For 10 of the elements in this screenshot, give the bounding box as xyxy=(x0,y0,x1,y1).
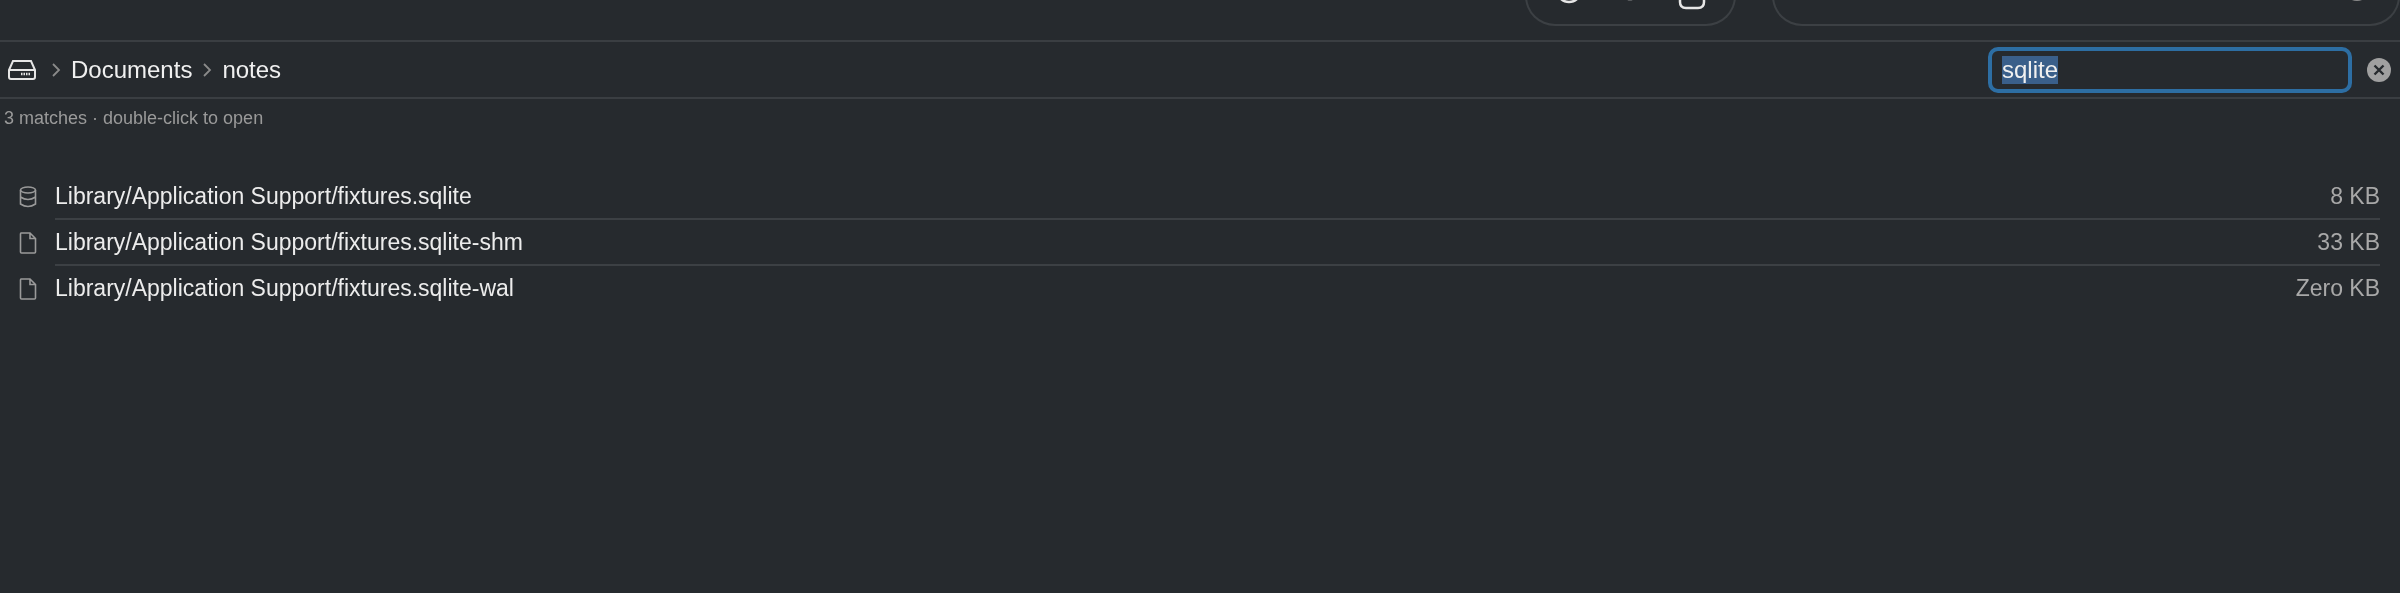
file-size: 33 KB xyxy=(2317,228,2380,256)
status-text: 3 matches · double-click to open xyxy=(3,107,265,130)
file-path[interactable]: Library/Application Support/fixtures.sqlite-shm xyxy=(55,228,523,256)
file-size: Zero KB xyxy=(2295,274,2380,302)
breadcrumb-item[interactable]: Documents xyxy=(71,55,193,84)
file-size: 8 KB xyxy=(2330,182,2380,210)
search-field[interactable]: sqlite xyxy=(1988,46,2352,93)
file-path[interactable]: Library/Application Support/fixtures.sqlite xyxy=(55,182,472,210)
breadcrumb-item[interactable]: notes xyxy=(222,55,282,84)
file-path[interactable]: Library/Application Support/fixtures.sqlite-wal xyxy=(55,274,514,302)
